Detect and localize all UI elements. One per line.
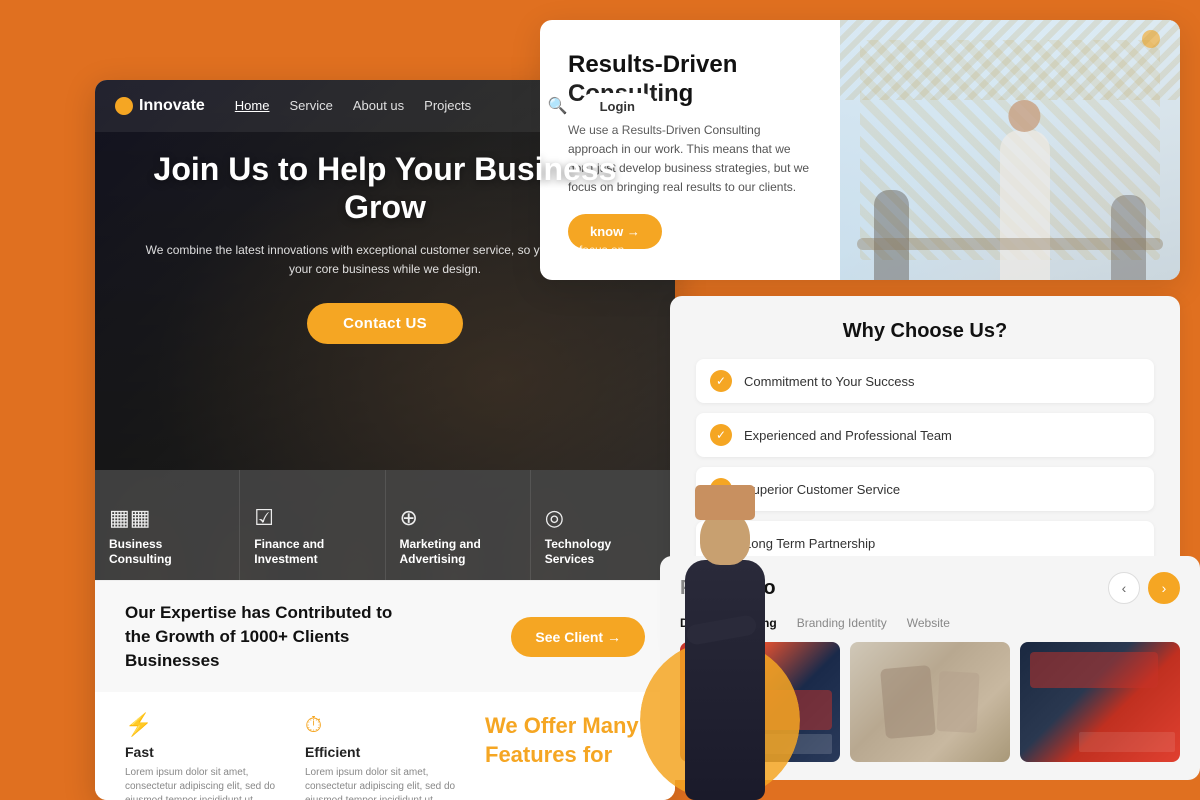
why-item-0: ✓ Commitment to Your Success [696, 359, 1154, 403]
why-item-1: ✓ Experienced and Professional Team [696, 413, 1154, 457]
we-offer-section: We Offer Many Features for [485, 712, 645, 800]
service-card-marketing[interactable]: ⊕ Marketing andAdvertising [386, 470, 531, 580]
outer-frame: Innovate Home Service About us Projects [0, 0, 1200, 800]
why-item-2: ✓ Superior Customer Service [696, 467, 1154, 511]
logo-dot [115, 97, 133, 115]
see-client-button[interactable]: See Client → [511, 617, 645, 657]
chevron-pattern [840, 20, 1180, 100]
hero-section: Innovate Home Service About us Projects [95, 80, 675, 580]
expertise-text: Our Expertise has Contributed to the Gro… [125, 601, 411, 672]
check-icon-0: ✓ [710, 370, 732, 392]
check-icon-1: ✓ [710, 424, 732, 446]
fast-icon: ⚡ [125, 712, 285, 738]
why-text-0: Commitment to Your Success [744, 374, 915, 389]
portfolio-tab-website[interactable]: Website [907, 616, 950, 630]
logo-text: Innovate [139, 97, 205, 115]
navbar: Innovate Home Service About us Projects [95, 80, 675, 132]
feature-efficient-desc: Lorem ipsum dolor sit amet, consectetur … [305, 766, 465, 800]
service-label-business-consulting: BusinessConsulting [109, 537, 172, 568]
nav-item-about[interactable]: About us [353, 97, 404, 115]
service-card-technology[interactable]: ◎ TechnologyServices [531, 470, 675, 580]
service-cards: ▦▦ BusinessConsulting ☑ Finance andInves… [95, 470, 675, 580]
business-consulting-icon: ▦▦ [109, 505, 151, 531]
nav-item-home[interactable]: Home [235, 97, 270, 115]
why-choose-title: Why Choose Us? [696, 320, 1154, 343]
service-card-business-consulting[interactable]: ▦▦ BusinessConsulting [95, 470, 240, 580]
presenter-figure [1000, 130, 1050, 280]
woman-hair [695, 485, 755, 520]
presenter-head [1008, 100, 1040, 132]
efficient-icon: ⏱ [305, 712, 465, 738]
hero-title: Join Us to Help Your Business Grow [135, 150, 635, 227]
portfolio-next-button[interactable]: › [1148, 572, 1180, 604]
portfolio-prev-button[interactable]: ‹ [1108, 572, 1140, 604]
nav-item-projects[interactable]: Projects [424, 97, 471, 115]
woman-figure [670, 520, 780, 800]
portfolio-tab-branding[interactable]: Branding Identity [797, 616, 887, 630]
why-text-2: Superior Customer Service [744, 482, 900, 497]
finance-icon: ☑ [254, 505, 274, 531]
seated-1 [874, 190, 909, 280]
hero-content: Join Us to Help Your Business Grow We co… [95, 150, 675, 344]
results-image [840, 20, 1180, 280]
portfolio-image-2 [850, 642, 1010, 762]
portfolio-image-3 [1020, 642, 1180, 762]
service-label-technology: TechnologyServices [545, 537, 611, 568]
marketing-icon: ⊕ [400, 505, 418, 531]
hero-subtitle: We combine the latest innovations with e… [135, 241, 635, 279]
technology-icon: ◎ [545, 505, 564, 531]
service-card-finance[interactable]: ☑ Finance andInvestment [240, 470, 385, 580]
feature-fast-desc: Lorem ipsum dolor sit amet, consectetur … [125, 766, 285, 800]
feature-fast: ⚡ Fast Lorem ipsum dolor sit amet, conse… [125, 712, 285, 800]
nav-search: 🔍 Login [548, 93, 655, 120]
nav-links: Home Service About us Projects [235, 97, 471, 115]
feature-efficient-title: Efficient [305, 744, 465, 760]
service-label-marketing: Marketing andAdvertising [400, 537, 481, 568]
feature-fast-title: Fast [125, 744, 285, 760]
contact-us-button[interactable]: Contact US [307, 303, 463, 344]
portfolio-navigation: ‹ › [1108, 572, 1180, 604]
login-button[interactable]: Login [580, 93, 655, 120]
feature-efficient: ⏱ Efficient Lorem ipsum dolor sit amet, … [305, 712, 465, 800]
meeting-table [857, 238, 1163, 250]
why-text-1: Experienced and Professional Team [744, 428, 952, 443]
service-label-finance: Finance andInvestment [254, 537, 324, 568]
expertise-section: Our Expertise has Contributed to the Gro… [95, 580, 675, 692]
main-card: Innovate Home Service About us Projects [95, 80, 675, 800]
nav-item-service[interactable]: Service [289, 97, 332, 115]
we-offer-title: We Offer Many Features for [485, 712, 645, 769]
woman-body [685, 560, 765, 800]
search-icon[interactable]: 🔍 [548, 96, 568, 116]
features-section: ⚡ Fast Lorem ipsum dolor sit amet, conse… [95, 692, 675, 800]
